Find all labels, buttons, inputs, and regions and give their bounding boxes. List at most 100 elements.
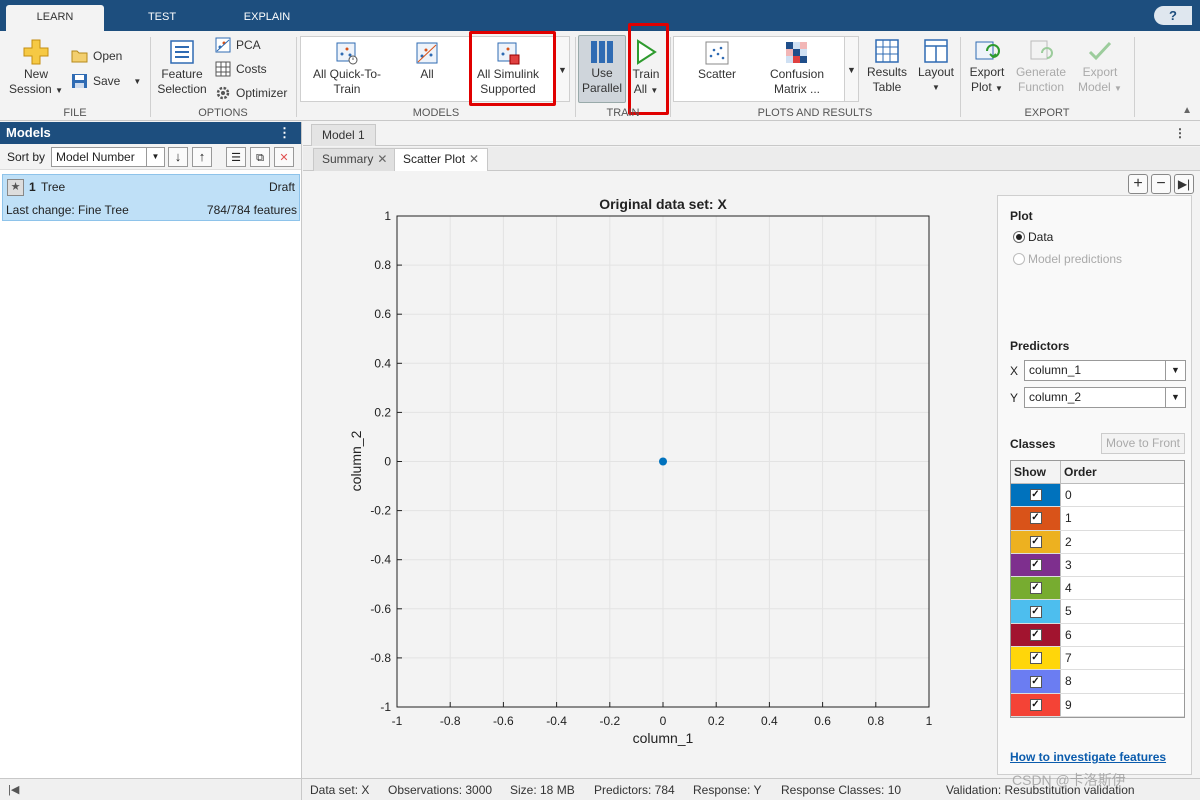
group-label-file: FILE bbox=[63, 107, 87, 119]
confusion-matrix-label-1: Confusion bbox=[769, 67, 825, 81]
train-all-label-1: Train bbox=[632, 67, 660, 81]
tab-explain[interactable]: EXPLAIN bbox=[218, 5, 316, 31]
class-show-checkbox[interactable]: ✓ bbox=[1029, 559, 1042, 572]
class-show-checkbox[interactable]: ✓ bbox=[1029, 512, 1042, 525]
radio-model-predictions[interactable]: Model predictions bbox=[1013, 252, 1122, 266]
class-row: ✓ 8 bbox=[1011, 670, 1184, 694]
investigate-features-link[interactable]: How to investigate features bbox=[1010, 750, 1166, 764]
data-point[interactable] bbox=[659, 457, 667, 466]
x-tick-label: 0 bbox=[660, 714, 667, 728]
tab-summary[interactable]: Summary ✕ bbox=[313, 148, 397, 171]
export-plot-button[interactable]: Export Plot ▼ bbox=[963, 39, 1011, 96]
scatter-chart[interactable]: Original data set: X -1 -0.8 -0.6 -0.4 -0.2 0… bbox=[303, 171, 993, 778]
open-label: Open bbox=[93, 49, 123, 63]
confusion-matrix-label-2: Matrix ... bbox=[773, 82, 820, 96]
move-to-front-button[interactable]: Move to Front bbox=[1101, 433, 1185, 454]
predictor-x-select[interactable]: column_1 ▼ bbox=[1024, 360, 1187, 381]
class-row: ✓ 6 bbox=[1011, 623, 1184, 648]
simulink-icon bbox=[497, 42, 520, 65]
play-icon bbox=[637, 39, 657, 65]
class-order-label: 5 bbox=[1065, 604, 1072, 619]
group-separator bbox=[960, 37, 961, 117]
panel-toggle-icon[interactable]: |◀ bbox=[8, 783, 19, 796]
feature-selection-button[interactable]: Feature Selection bbox=[154, 39, 210, 97]
model-all-quick-to-train[interactable]: All Quick-To- Train bbox=[304, 41, 390, 97]
class-order-label: 6 bbox=[1065, 627, 1072, 642]
delete-model-button[interactable]: ✕ bbox=[274, 147, 294, 167]
new-session-label-2: Session ▼ bbox=[9, 82, 63, 96]
tab-scatter-plot[interactable]: Scatter Plot ✕ bbox=[394, 148, 489, 171]
zoom-out-button[interactable]: − bbox=[1151, 174, 1171, 194]
generate-function-button[interactable]: Generate Function bbox=[1013, 39, 1069, 95]
model-all[interactable]: All bbox=[398, 41, 456, 82]
save-button[interactable]: Save ▼ bbox=[71, 73, 141, 89]
model-all-quick-label-2: Train bbox=[333, 82, 361, 96]
new-session-button[interactable]: New Session ▼ bbox=[8, 39, 64, 98]
plot-tab-bar: Summary ✕ Scatter Plot ✕ bbox=[303, 147, 1200, 171]
generate-function-icon bbox=[1030, 40, 1053, 60]
sort-select[interactable]: Model Number ▼ bbox=[51, 147, 165, 167]
plots-gallery-expand[interactable]: ▼ bbox=[845, 36, 859, 102]
confusion-matrix-button[interactable]: Confusion Matrix ... bbox=[762, 41, 832, 97]
zoom-in-button[interactable]: + bbox=[1128, 174, 1148, 194]
models-gallery-expand[interactable]: ▼ bbox=[556, 36, 570, 102]
pca-button[interactable]: PCA bbox=[215, 37, 261, 53]
scatter-plot-button[interactable]: Scatter bbox=[688, 41, 746, 82]
status-predictors: Predictors: 784 bbox=[594, 783, 675, 797]
class-show-checkbox[interactable]: ✓ bbox=[1029, 582, 1042, 595]
y-tick-label: -1 bbox=[380, 700, 391, 714]
x-tick-label: 0.8 bbox=[867, 714, 884, 728]
scatter-icon bbox=[705, 41, 729, 65]
model-list-view-button[interactable]: ☰ bbox=[226, 147, 246, 167]
star-icon[interactable]: ★ bbox=[7, 179, 24, 196]
sort-descending-button[interactable]: ↓ bbox=[168, 147, 188, 167]
document-menu-icon[interactable]: ⋮ bbox=[1174, 126, 1186, 140]
model-list-item[interactable]: ★ 1 Tree Draft Last change: Fine Tree 78… bbox=[2, 174, 300, 221]
train-all-button[interactable]: Train All ▼ bbox=[629, 39, 663, 98]
delete-icon: ✕ bbox=[279, 152, 289, 164]
class-show-checkbox[interactable]: ✓ bbox=[1029, 489, 1042, 502]
predictor-y-select[interactable]: column_2 ▼ bbox=[1024, 387, 1187, 408]
optimizer-button[interactable]: Optimizer bbox=[215, 85, 287, 101]
plus-icon bbox=[23, 39, 49, 65]
class-order-label: 8 bbox=[1065, 674, 1072, 689]
predictor-y-value: column_2 bbox=[1029, 390, 1082, 404]
models-panel-menu-icon[interactable]: ⋮ bbox=[278, 122, 291, 144]
group-separator bbox=[1134, 37, 1135, 117]
classes-table-header: Show Order bbox=[1011, 461, 1184, 484]
app-tab-bar: LEARN TEST EXPLAIN ? bbox=[0, 0, 1200, 31]
predictor-y-label: Y bbox=[1010, 390, 1019, 405]
class-show-checkbox[interactable]: ✓ bbox=[1029, 628, 1042, 641]
export-model-button[interactable]: Export Model ▼ bbox=[1073, 39, 1127, 96]
class-show-checkbox[interactable]: ✓ bbox=[1029, 605, 1042, 618]
results-table-button[interactable]: Results Table bbox=[864, 39, 910, 95]
plot-heading: Plot bbox=[1010, 209, 1033, 223]
class-show-checkbox[interactable]: ✓ bbox=[1029, 535, 1042, 548]
class-show-checkbox[interactable]: ✓ bbox=[1029, 698, 1042, 711]
sort-ascending-button[interactable]: ↑ bbox=[192, 147, 212, 167]
class-show-checkbox[interactable]: ✓ bbox=[1029, 675, 1042, 688]
feature-selection-label-1: Feature bbox=[161, 67, 203, 81]
tab-learn[interactable]: LEARN bbox=[6, 5, 104, 31]
help-button[interactable]: ? bbox=[1154, 6, 1192, 25]
collapse-toolstrip-icon[interactable]: ▲ bbox=[1182, 105, 1192, 116]
tab-model-1[interactable]: Model 1 bbox=[311, 124, 376, 146]
model-all-simulink-supported[interactable]: All Simulink Supported bbox=[466, 41, 550, 97]
tab-test[interactable]: TEST bbox=[113, 5, 211, 31]
layout-button[interactable]: Layout ▼ bbox=[914, 39, 958, 95]
costs-button[interactable]: Costs bbox=[215, 61, 267, 77]
y-tick-label: 0.2 bbox=[374, 405, 391, 419]
collapse-panel-button[interactable]: ▶| bbox=[1174, 174, 1194, 194]
duplicate-model-button[interactable]: ⧉ bbox=[250, 147, 270, 167]
close-icon[interactable]: ✕ bbox=[377, 152, 387, 166]
class-show-checkbox[interactable]: ✓ bbox=[1029, 652, 1042, 665]
feature-selection-label-2: Selection bbox=[157, 82, 207, 96]
use-parallel-toggle[interactable]: Use Parallel bbox=[578, 35, 626, 103]
class-color-swatch: ✓ bbox=[1011, 623, 1061, 647]
models-panel-title: Models bbox=[6, 125, 51, 140]
close-icon[interactable]: ✕ bbox=[469, 152, 479, 166]
gear-icon bbox=[216, 86, 230, 100]
radio-data[interactable]: Data bbox=[1013, 230, 1053, 244]
open-button[interactable]: Open bbox=[71, 49, 122, 63]
models-panel: Models ⋮ Sort by Model Number ▼ ↓ ↑ ☰ ⧉ … bbox=[0, 122, 302, 778]
